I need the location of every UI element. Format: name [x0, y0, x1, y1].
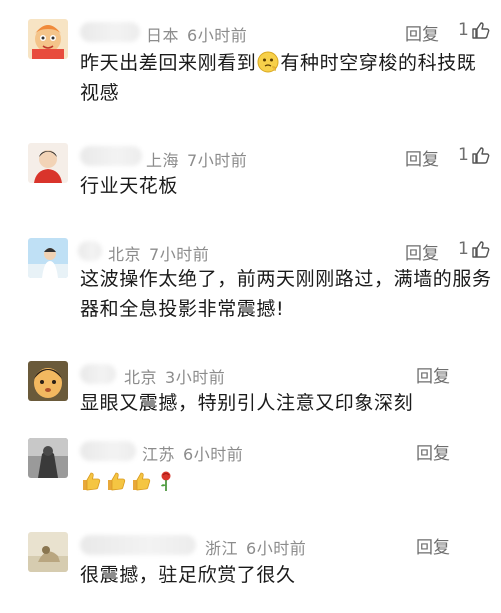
- comment-meta: 北京 3小时前: [124, 364, 225, 388]
- reply-button[interactable]: 回复: [405, 239, 439, 264]
- location: 日本: [146, 26, 180, 45]
- username-blurred[interactable]: [80, 441, 136, 461]
- comment-meta: 北京 7小时前: [108, 241, 209, 265]
- thumbs-up-emoji-icon: [83, 472, 101, 491]
- thumbs-up-emoji-icon: [133, 472, 151, 491]
- location: 北京: [108, 245, 142, 264]
- comment-meta: 浙江 6小时前: [205, 535, 306, 559]
- thumbs-up-icon: [472, 241, 490, 258]
- rose-emoji-icon: [161, 471, 171, 491]
- username-blurred[interactable]: [80, 364, 116, 384]
- username-blurred[interactable]: [80, 146, 142, 166]
- comment-item: 江苏 6小时前 回复: [0, 430, 501, 530]
- avatar[interactable]: [28, 532, 68, 572]
- username-blurred[interactable]: [80, 535, 196, 555]
- comment-text: 这波操作太绝了，前两天刚刚路过，满墙的服务器和全息投影非常震撼!: [80, 268, 492, 320]
- timestamp: 3小时前: [165, 368, 226, 387]
- comment-item: 北京 3小时前 回复 显眼又震撼，特别引人注意又印象深刻: [0, 350, 501, 430]
- comment-text: 显眼又震撼，特别引人注意又印象深刻: [80, 392, 414, 414]
- thinking-emoji-icon: [257, 51, 279, 73]
- timestamp: 6小时前: [183, 445, 244, 464]
- reply-button[interactable]: 回复: [405, 145, 439, 170]
- emoji-row: [80, 470, 180, 492]
- comment-meta: 日本 6小时前: [146, 22, 247, 46]
- reply-button[interactable]: 回复: [416, 362, 450, 387]
- like-button[interactable]: 1: [458, 239, 491, 259]
- comment-text: 昨天出差回来刚看到 有种时空穿梭的科技既视感: [80, 51, 477, 104]
- avatar[interactable]: [28, 438, 68, 478]
- location: 江苏: [142, 445, 176, 464]
- comment-meta: 江苏 6小时前: [142, 441, 243, 465]
- comment-item: 北京 7小时前 回复 1 这波操作太绝了，前两天刚刚路过，满墙的服务器和全息投影非…: [0, 230, 501, 350]
- comment-item: 日本 6小时前 回复 1 昨天出差回来刚看到 有种时空穿梭的科技既视感: [0, 0, 501, 130]
- comment-text: 行业天花板: [80, 175, 179, 197]
- like-count: 1: [458, 239, 469, 259]
- username-blurred[interactable]: [80, 22, 140, 42]
- like-count: 1: [458, 145, 469, 165]
- location: 浙江: [205, 539, 239, 558]
- username-blurred[interactable]: [78, 241, 102, 261]
- location: 上海: [146, 151, 180, 170]
- like-count: 1: [458, 20, 469, 40]
- reply-button[interactable]: 回复: [416, 533, 450, 558]
- reply-button[interactable]: 回复: [416, 439, 450, 464]
- avatar[interactable]: [28, 143, 68, 183]
- comment-item: 浙江 6小时前 回复 很震撼，驻足欣赏了很久: [0, 530, 501, 613]
- thumbs-up-icon: [472, 147, 490, 164]
- timestamp: 6小时前: [246, 539, 307, 558]
- avatar[interactable]: [28, 19, 68, 59]
- timestamp: 7小时前: [149, 245, 210, 264]
- comment-meta: 上海 7小时前: [146, 147, 247, 171]
- avatar[interactable]: [28, 361, 68, 401]
- timestamp: 7小时前: [187, 151, 248, 170]
- comment-item: 上海 7小时前 回复 1 行业天花板: [0, 130, 501, 230]
- location: 北京: [124, 368, 158, 387]
- reply-button[interactable]: 回复: [405, 20, 439, 45]
- timestamp: 6小时前: [187, 26, 248, 45]
- avatar[interactable]: [28, 238, 68, 278]
- like-button[interactable]: 1: [458, 145, 491, 165]
- thumbs-up-icon: [472, 22, 490, 39]
- like-button[interactable]: 1: [458, 20, 491, 40]
- comment-text: 很震撼，驻足欣赏了很久: [80, 564, 296, 586]
- thumbs-up-emoji-icon: [108, 472, 126, 491]
